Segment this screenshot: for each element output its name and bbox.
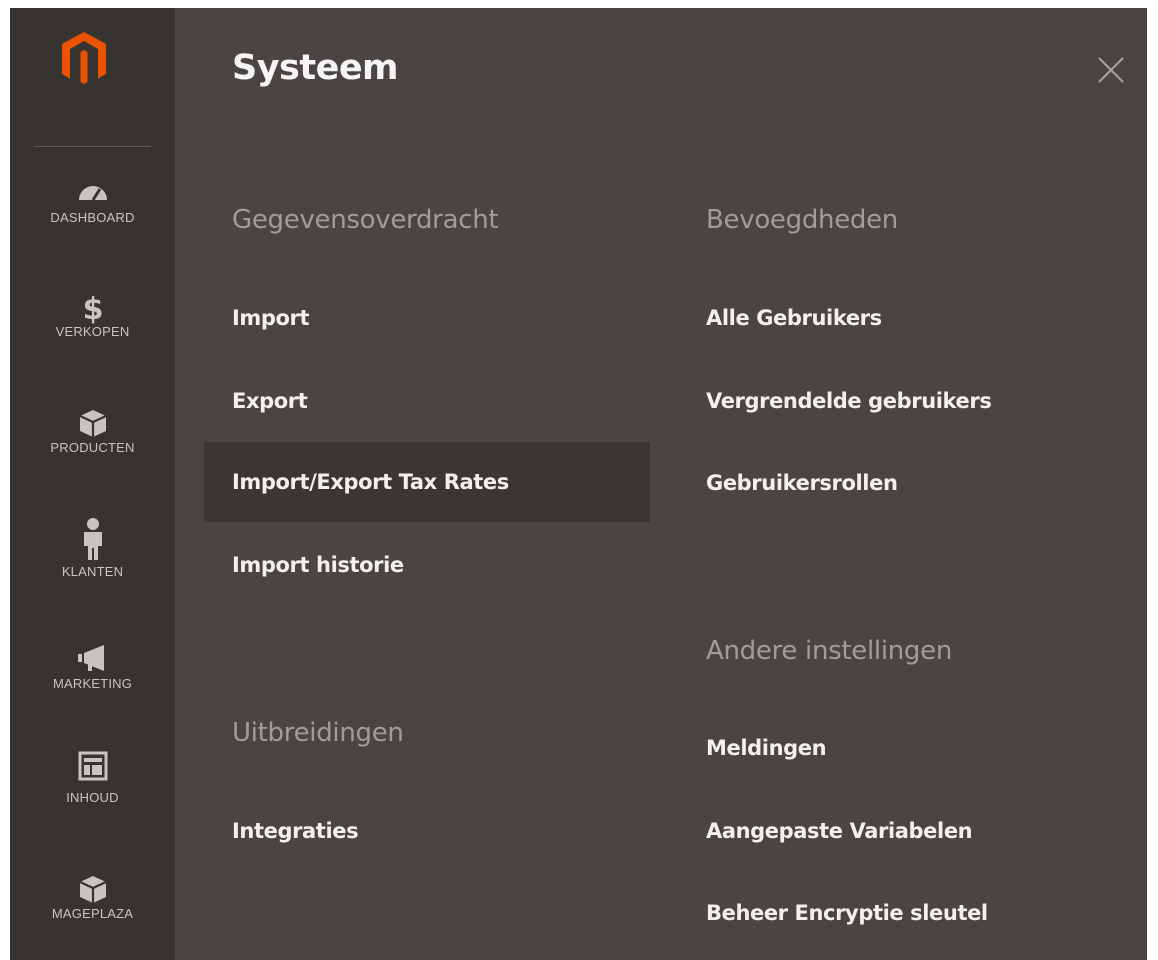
section-title-gegevensoverdracht: Gegevensoverdracht (232, 205, 499, 235)
menu-link-gebruikersrollen[interactable]: Gebruikersrollen (706, 471, 898, 495)
megaphone-icon (10, 642, 175, 676)
sidebar-item-label: VERKOPEN (55, 324, 130, 339)
admin-frame: DASHBOARD $ VERKOPEN PRODUCTEN KLANTEN M… (10, 8, 1147, 960)
menu-link-beheer-encryptie-sleutel[interactable]: Beheer Encryptie sleutel (706, 901, 988, 925)
sidebar-item-inhoud[interactable]: INHOUD (10, 750, 175, 806)
section-title-bevoegdheden: Bevoegdheden (706, 205, 898, 235)
admin-sidebar: DASHBOARD $ VERKOPEN PRODUCTEN KLANTEN M… (10, 8, 175, 960)
menu-link-alle-gebruikers[interactable]: Alle Gebruikers (706, 306, 882, 330)
menu-link-export[interactable]: Export (232, 389, 308, 413)
menu-link-meldingen[interactable]: Meldingen (706, 736, 827, 760)
menu-link-integraties[interactable]: Integraties (232, 819, 359, 843)
logo-divider (34, 146, 151, 147)
sidebar-item-klanten[interactable]: KLANTEN (10, 516, 175, 580)
sidebar-item-producten[interactable]: PRODUCTEN (10, 406, 175, 456)
system-menu-panel: Systeem Gegevensoverdracht Import Export… (175, 8, 1147, 960)
menu-link-import[interactable]: Import (232, 306, 310, 330)
person-icon (10, 516, 175, 564)
sidebar-item-dashboard[interactable]: DASHBOARD (10, 176, 175, 226)
panel-title: Systeem (232, 48, 399, 88)
dollar-icon: $ (10, 290, 175, 327)
sidebar-item-mageplaza[interactable]: MAGEPLAZA (10, 872, 175, 922)
section-title-uitbreidingen: Uitbreidingen (232, 718, 404, 748)
svg-text:$: $ (82, 292, 103, 324)
sidebar-item-label: INHOUD (66, 790, 119, 805)
sidebar-item-label: MAGEPLAZA (51, 906, 134, 921)
close-icon[interactable] (1095, 54, 1127, 86)
cube-icon (10, 872, 175, 906)
menu-link-aangepaste-variabelen[interactable]: Aangepaste Variabelen (706, 819, 973, 843)
magento-logo[interactable] (60, 30, 108, 90)
sidebar-item-marketing[interactable]: MARKETING (10, 642, 175, 692)
dashboard-gauge-icon (10, 176, 175, 210)
sidebar-item-label: PRODUCTEN (50, 440, 135, 455)
layout-icon (10, 750, 175, 790)
section-title-andere-instellingen: Andere instellingen (706, 636, 953, 666)
sidebar-item-label: MARKETING (52, 676, 133, 691)
cube-icon (10, 406, 175, 440)
menu-link-vergrendelde-gebruikers[interactable]: Vergrendelde gebruikers (706, 389, 992, 413)
sidebar-item-label: KLANTEN (61, 564, 124, 579)
sidebar-item-verkopen[interactable]: $ VERKOPEN (10, 290, 175, 340)
menu-link-import-historie[interactable]: Import historie (232, 553, 404, 577)
menu-link-import-export-tax-rates[interactable]: Import/Export Tax Rates (204, 442, 650, 522)
sidebar-item-label: DASHBOARD (50, 210, 135, 225)
